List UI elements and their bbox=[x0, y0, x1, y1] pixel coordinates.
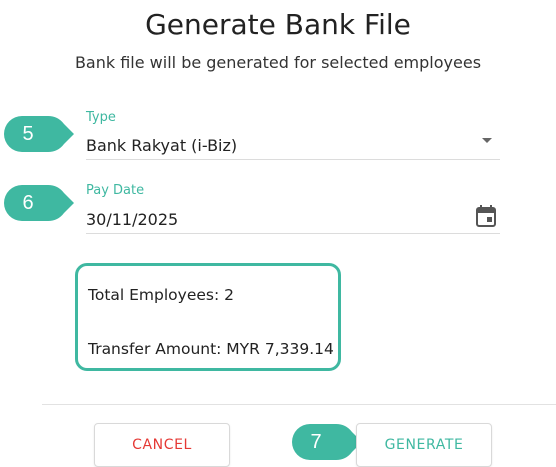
step-marker-5: 5 bbox=[4, 116, 74, 152]
step-marker-number: 7 bbox=[310, 431, 322, 453]
transfer-amount-text: Transfer Amount: MYR 7,339.14 bbox=[88, 340, 334, 358]
type-select[interactable]: Type Bank Rakyat (i-Biz) bbox=[86, 108, 500, 160]
pay-date-field[interactable]: Pay Date 30/11/2025 bbox=[86, 181, 500, 234]
step-marker-6: 6 bbox=[4, 185, 74, 221]
footer-divider bbox=[42, 404, 556, 405]
generate-button[interactable]: GENERATE bbox=[356, 423, 492, 467]
dialog-subtitle: Bank file will be generated for selected… bbox=[74, 53, 482, 72]
pay-date-underline bbox=[86, 233, 500, 234]
calendar-icon[interactable] bbox=[476, 205, 496, 227]
total-employees-text: Total Employees: 2 bbox=[88, 286, 234, 304]
step-marker-number: 5 bbox=[22, 123, 34, 145]
summary-box: Total Employees: 2 Transfer Amount: MYR … bbox=[75, 263, 341, 371]
type-underline bbox=[86, 159, 500, 160]
type-label: Type bbox=[86, 110, 116, 125]
dropdown-arrow-icon[interactable] bbox=[482, 138, 492, 143]
type-value: Bank Rakyat (i-Biz) bbox=[86, 136, 238, 155]
step-marker-number: 6 bbox=[22, 192, 34, 214]
pay-date-value: 30/11/2025 bbox=[86, 210, 179, 229]
pay-date-label: Pay Date bbox=[86, 183, 145, 198]
step-marker-7: 7 bbox=[292, 424, 362, 460]
dialog-title: Generate Bank File bbox=[145, 8, 411, 41]
cancel-button[interactable]: CANCEL bbox=[94, 423, 230, 467]
